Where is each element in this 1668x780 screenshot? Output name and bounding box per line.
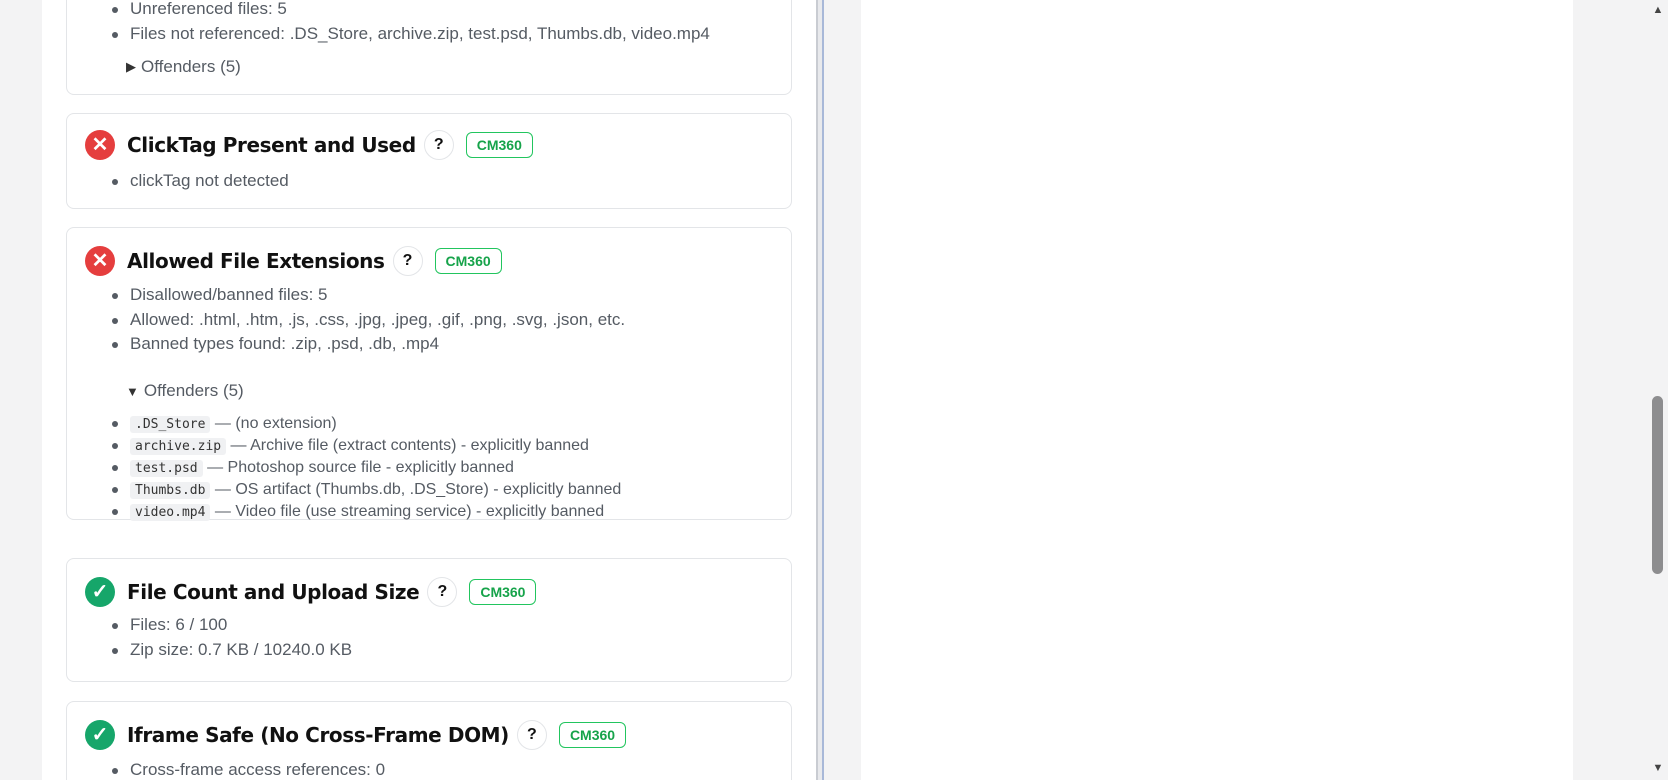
detail-item: clickTag not detected — [112, 169, 289, 194]
scroll-down-icon[interactable]: ▼ — [1648, 760, 1668, 776]
check-details: Cross-frame access references: 0 — [112, 758, 385, 780]
help-button[interactable]: ? — [392, 246, 423, 276]
check-details: Disallowed/banned files: 5 Allowed: .htm… — [112, 283, 625, 357]
offenders-list: .DS_Store — (no extension) archive.zip —… — [112, 413, 621, 523]
platform-tag: CM360 — [558, 722, 627, 748]
offenders-label: Offenders (5) — [141, 57, 241, 76]
offender-filename: .DS_Store — [130, 416, 211, 433]
check-details: Files: 6 / 100 Zip size: 0.7 KB / 10240.… — [112, 613, 352, 662]
offender-item: Thumbs.db — OS artifact (Thumbs.db, .DS_… — [112, 479, 621, 501]
offenders-label: Offenders (5) — [143, 381, 244, 400]
offender-reason: — (no extension) — [214, 415, 337, 432]
check-details: clickTag not detected — [112, 169, 289, 194]
checks-panel: Unreferenced files: 5 Files not referenc… — [42, 0, 816, 780]
pass-status-icon: ✓ — [85, 720, 115, 750]
detail-item: Files: 6 / 100 — [112, 613, 352, 638]
scroll-up-icon[interactable]: ▲ — [1648, 2, 1668, 18]
help-button[interactable]: ? — [423, 130, 454, 160]
fail-status-icon: ✕ — [85, 130, 115, 160]
offender-reason: — Video file (use streaming service) - e… — [214, 503, 605, 520]
offenders-toggle[interactable]: ▶ Offenders (5) — [126, 55, 241, 79]
fail-status-icon: ✕ — [85, 246, 115, 276]
offender-reason: — OS artifact (Thumbs.db, .DS_Store) - e… — [214, 481, 622, 498]
detail-item: Unreferenced files: 5 — [112, 0, 710, 22]
page-scrollbar[interactable]: ▲ ▼ — [1648, 0, 1668, 780]
detail-item: Allowed: .html, .htm, .js, .css, .jpg, .… — [112, 308, 625, 333]
check-title: File Count and Upload Size — [127, 580, 420, 604]
platform-tag: CM360 — [434, 248, 502, 274]
panel-resize-handle[interactable] — [816, 0, 824, 780]
offender-filename: archive.zip — [130, 438, 227, 455]
platform-tag: CM360 — [469, 579, 537, 605]
check-card-clicktag: ✕ ClickTag Present and Used ? CM360 clic… — [66, 113, 792, 209]
caret-down-icon: ▼ — [126, 383, 139, 399]
platform-tag: CM360 — [465, 132, 533, 158]
help-button[interactable]: ? — [427, 577, 458, 607]
offenders-toggle[interactable]: ▼ Offenders (5) — [126, 379, 244, 403]
offender-item: test.psd — Photoshop source file - expli… — [112, 457, 621, 479]
help-button[interactable]: ? — [516, 720, 547, 750]
check-card-iframe-safe: ✓ Iframe Safe (No Cross-Frame DOM) ? CM3… — [66, 701, 792, 780]
detail-item: Files not referenced: .DS_Store, archive… — [112, 22, 710, 47]
check-card-unreferenced-files: Unreferenced files: 5 Files not referenc… — [66, 0, 792, 95]
check-title: ClickTag Present and Used — [127, 133, 416, 157]
check-details: Unreferenced files: 5 Files not referenc… — [112, 0, 710, 46]
scroll-thumb[interactable] — [1652, 396, 1663, 574]
pass-status-icon: ✓ — [85, 577, 115, 607]
offender-reason: — Photoshop source file - explicitly ban… — [207, 459, 514, 476]
detail-item: Zip size: 0.7 KB / 10240.0 KB — [112, 638, 352, 663]
offender-filename: test.psd — [130, 460, 203, 477]
check-card-file-count: ✓ File Count and Upload Size ? CM360 Fil… — [66, 558, 792, 682]
offender-filename: Thumbs.db — [130, 482, 211, 499]
offender-reason: — Archive file (extract contents) - expl… — [230, 437, 589, 454]
check-card-file-extensions: ✕ Allowed File Extensions ? CM360 Disall… — [66, 227, 792, 523]
check-title: Allowed File Extensions — [127, 249, 385, 273]
offender-item: .DS_Store — (no extension) — [112, 413, 621, 435]
detail-item: Cross-frame access references: 0 — [112, 758, 385, 780]
detail-item: Banned types found: .zip, .psd, .db, .mp… — [112, 332, 625, 357]
caret-right-icon: ▶ — [126, 59, 136, 74]
check-title: Iframe Safe (No Cross-Frame DOM) — [127, 723, 509, 747]
detail-item: Disallowed/banned files: 5 — [112, 283, 625, 308]
offender-filename: video.mp4 — [130, 504, 211, 521]
offender-item: archive.zip — Archive file (extract cont… — [112, 435, 621, 457]
offender-item: video.mp4 — Video file (use streaming se… — [112, 501, 621, 523]
preview-panel — [861, 0, 1573, 780]
